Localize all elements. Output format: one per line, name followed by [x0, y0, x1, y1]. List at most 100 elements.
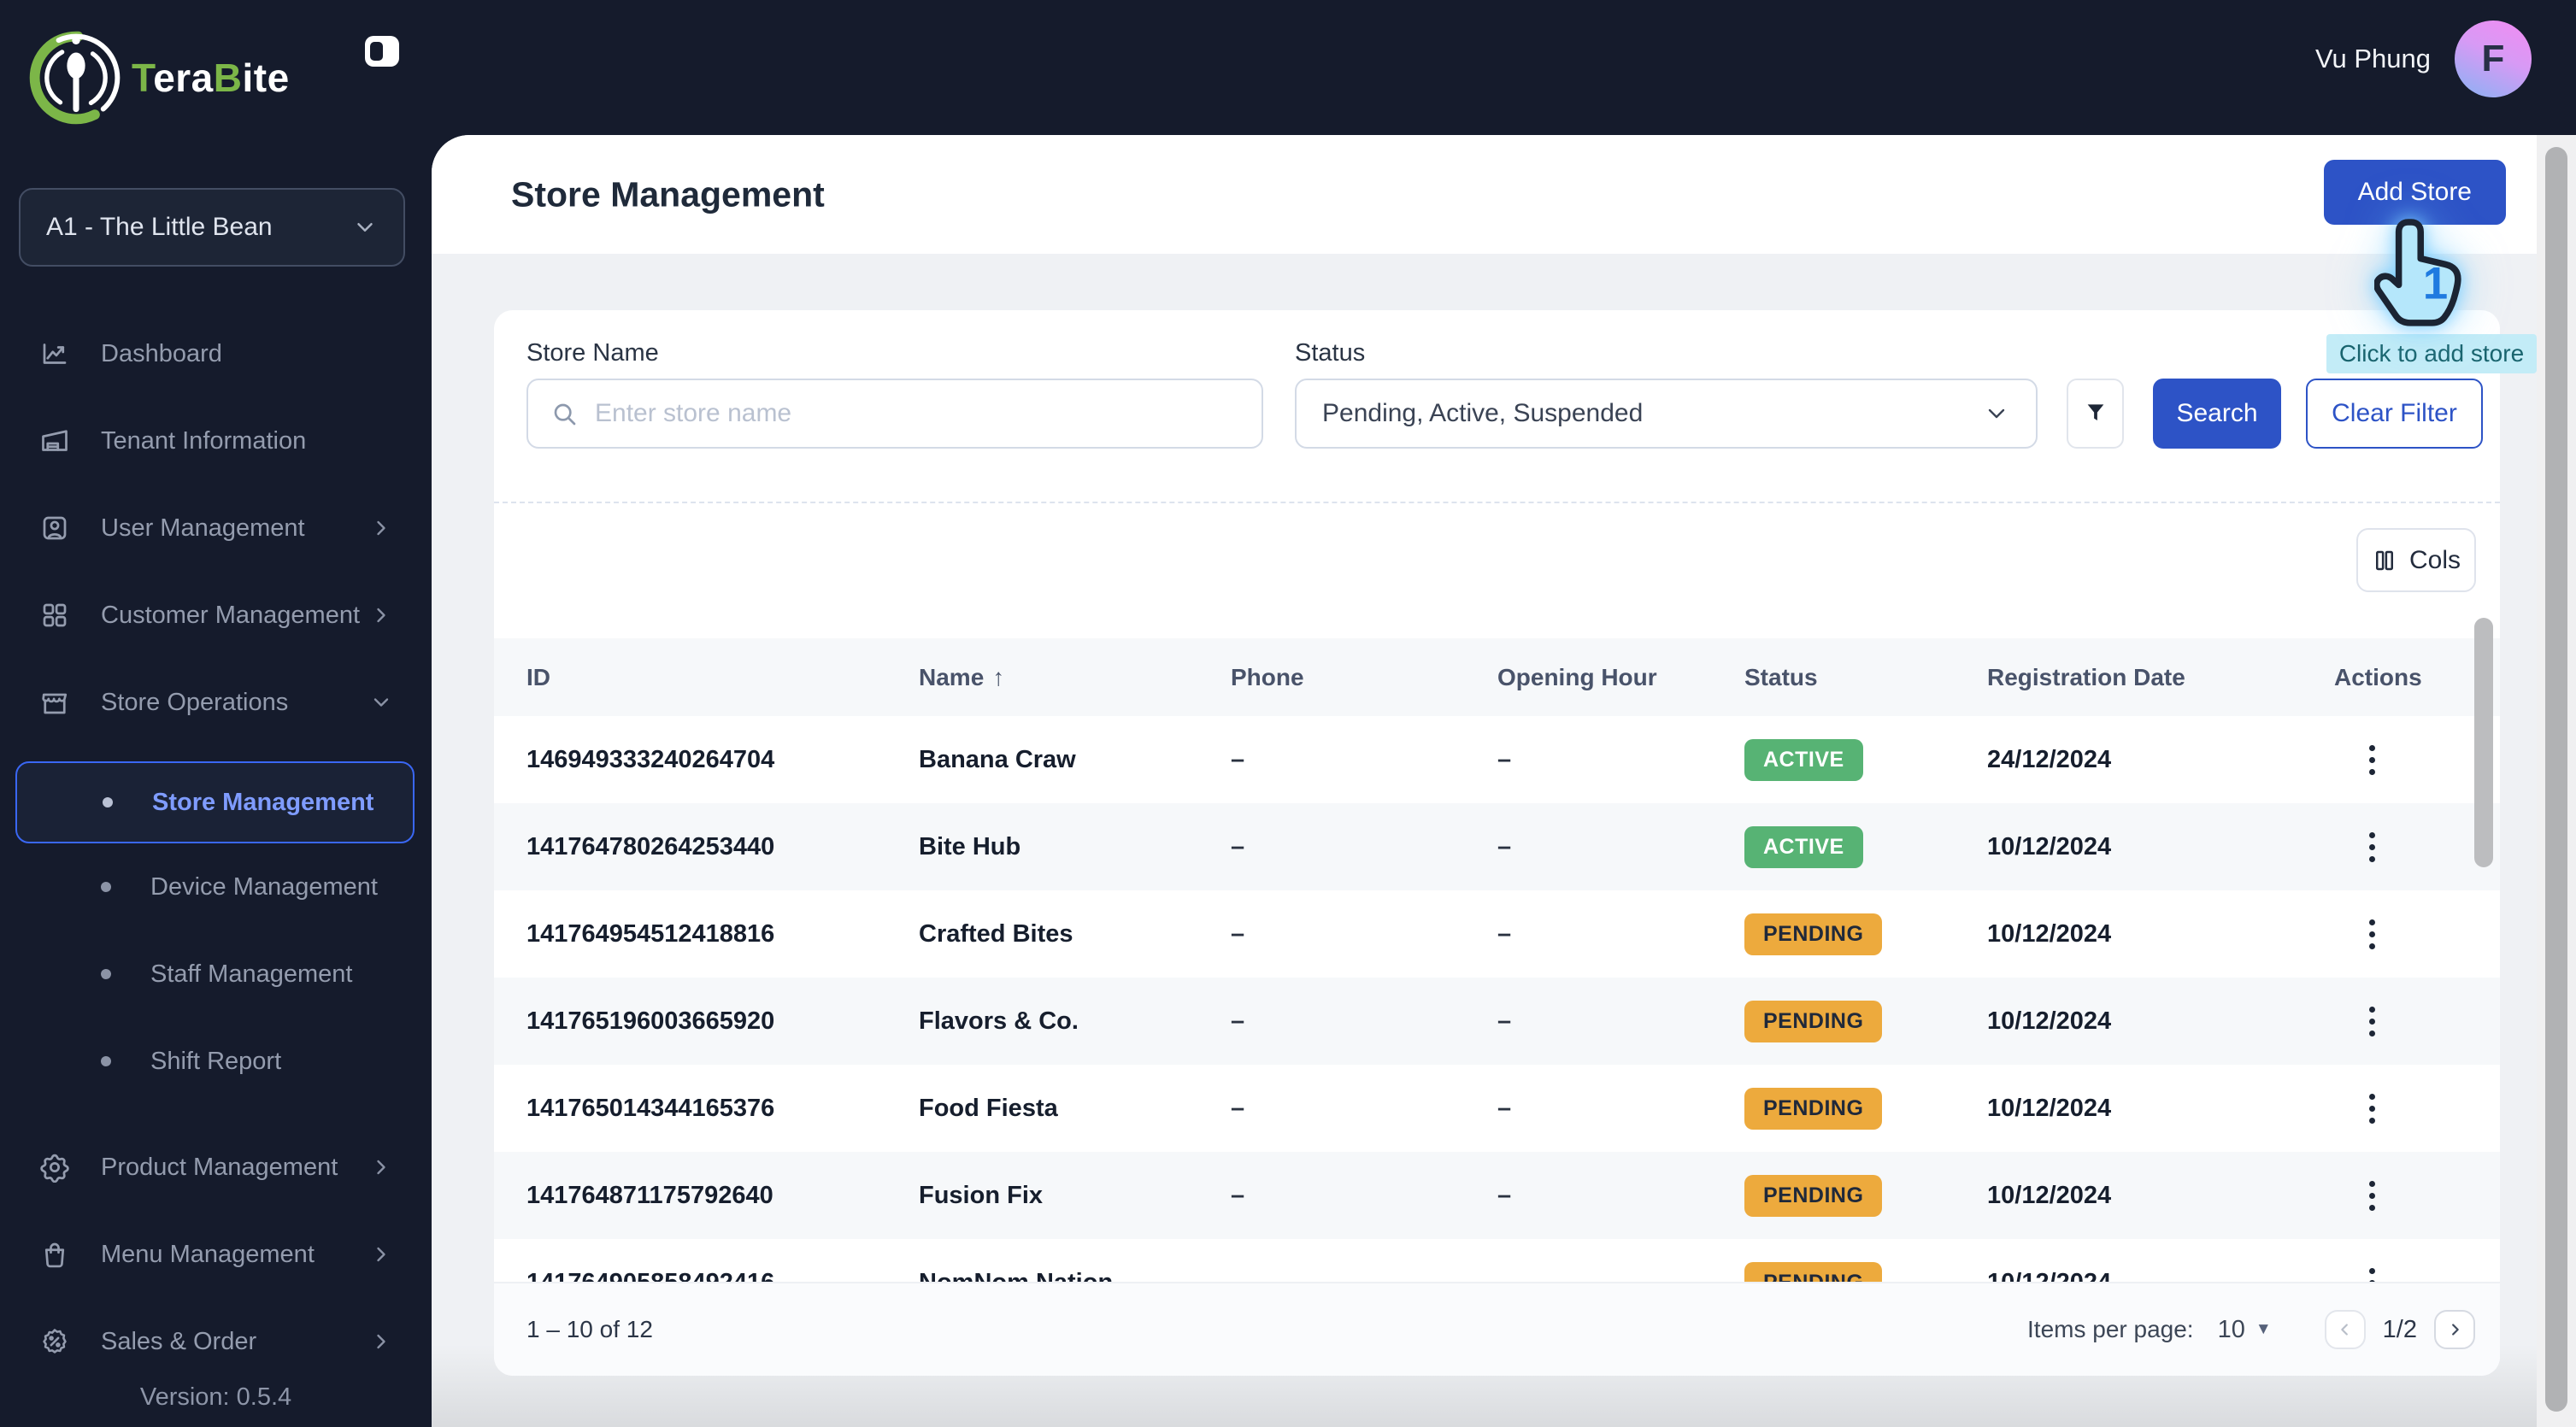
avatar[interactable]: F [2455, 21, 2532, 97]
app-version: Version: 0.5.4 [139, 1383, 292, 1411]
click-count-badge: 1 [2423, 259, 2448, 309]
cell-opening-hour: – [1497, 919, 1512, 948]
sidebar-item-sales-order[interactable]: Sales & Order [0, 1298, 432, 1385]
cell-name: Crafted Bites [919, 919, 1073, 948]
table-row: 141764871175792640 Fusion Fix – – PENDING 10/… [494, 1152, 2500, 1239]
chevron-down-icon [357, 223, 373, 232]
status-badge: ACTIVE [1744, 738, 1863, 781]
row-actions-button[interactable] [2334, 1260, 2410, 1282]
page-header: Store Management Add Store [432, 135, 2576, 254]
cell-status: PENDING [1744, 1261, 1987, 1282]
cell-opening-hour: – [1497, 1269, 1744, 1283]
col-header-status[interactable]: Status [1744, 664, 1987, 691]
page-indicator: 1/2 [2382, 1315, 2417, 1343]
cell-phone: – [1231, 919, 1245, 948]
sort-ascending-icon: ↑ [992, 663, 1005, 690]
cell-phone: – [1231, 1094, 1245, 1122]
cell-registration-date: 10/12/2024 [1987, 919, 2112, 948]
store-name-label: Store Name [526, 339, 659, 367]
window-scrollbar-track[interactable] [2537, 135, 2576, 1427]
hand-cursor-icon: 1 [2373, 219, 2461, 326]
cell-id: 141765196003665920 [526, 1007, 775, 1035]
col-header-name[interactable]: Name ↑ [919, 664, 1231, 691]
row-actions-button[interactable] [2334, 1172, 2410, 1219]
col-header-phone[interactable]: Phone [1231, 664, 1497, 691]
window-scrollbar-thumb[interactable] [2545, 147, 2567, 1412]
filter-separator [494, 502, 2500, 503]
cell-id: 141764954512418816 [526, 919, 775, 948]
cell-opening-hour: – [1497, 832, 1512, 860]
row-actions-button[interactable] [2334, 1085, 2410, 1132]
status-badge: PENDING [1744, 1174, 1883, 1217]
columns-button[interactable]: Cols [2356, 528, 2476, 592]
store-name-placeholder: Enter store name [595, 399, 792, 427]
sidebar-item-device-management[interactable]: Device Management [0, 843, 432, 931]
cell-id: 141765014344165376 [526, 1094, 775, 1122]
bag-icon [39, 1239, 70, 1270]
sidebar-item-menu-management[interactable]: Menu Management [0, 1211, 432, 1298]
sidebar-item-store-operations[interactable]: Store Operations [0, 659, 432, 746]
search-button[interactable]: Search [2153, 379, 2281, 449]
clear-filter-button[interactable]: Clear Filter [2306, 379, 2483, 449]
brand-name: TeraBite [132, 56, 290, 100]
topbar-user[interactable]: Vu Phung F [2315, 21, 2532, 97]
sidebar-item-tenant-information[interactable]: Tenant Information [0, 397, 432, 484]
status-badge: PENDING [1744, 1261, 1883, 1282]
col-header-id[interactable]: ID [526, 664, 919, 691]
sidebar-item-staff-management[interactable]: Staff Management [0, 931, 432, 1018]
previous-page-button[interactable] [2324, 1310, 2366, 1349]
cell-registration-date: 10/12/2024 [1987, 1181, 2112, 1209]
cell-registration-date: 24/12/2024 [1987, 745, 2112, 773]
cell-registration-date: 10/12/2024 [1987, 1007, 2112, 1035]
table-scrollbar[interactable] [2474, 618, 2493, 867]
sidebar-item-user-management[interactable]: User Management [0, 484, 432, 572]
table-row: 141764780264253440 Bite Hub – – ACTIVE 10/12/… [494, 803, 2500, 890]
cell-id: 141764780264253440 [526, 832, 775, 860]
cell-phone: – [1231, 1007, 1245, 1035]
chevron-down-icon [369, 690, 393, 714]
status-badge: PENDING [1744, 1087, 1883, 1130]
sidebar-item-product-management[interactable]: Product Management [0, 1124, 432, 1211]
cell-opening-hour: – [1497, 745, 1512, 773]
row-actions-button[interactable] [2334, 911, 2410, 958]
status-select[interactable]: Pending, Active, Suspended [1295, 379, 2038, 449]
click-cursor-annotation: 1 [2373, 212, 2484, 340]
col-header-registration-date[interactable]: Registration Date [1987, 664, 2334, 691]
cell-opening-hour: – [1497, 1094, 1512, 1122]
chevron-right-icon [369, 1330, 393, 1354]
row-actions-button[interactable] [2334, 998, 2410, 1045]
sidebar-item-dashboard[interactable]: Dashboard [0, 310, 432, 397]
table-footer: 1 – 10 of 12 Items per page: 10 ▼ 1/2 [494, 1282, 2500, 1376]
chevron-right-icon [369, 516, 393, 540]
store-name-input[interactable]: Enter store name [526, 379, 1263, 449]
cell-id: 146949333240264704 [526, 745, 775, 773]
store-icon [39, 687, 70, 718]
col-header-opening-hour[interactable]: Opening Hour [1497, 664, 1744, 691]
store-table-card: Store Name Enter store name Status Pendi… [494, 310, 2500, 1376]
sidebar-item-shift-report[interactable]: Shift Report [0, 1018, 432, 1105]
table-row: 146949333240264704 Banana Craw – – ACTIVE 24/… [494, 716, 2500, 803]
row-actions-button[interactable] [2334, 824, 2410, 871]
items-per-page-select[interactable]: 10 ▼ [2218, 1316, 2272, 1344]
status-badge: ACTIVE [1744, 825, 1863, 868]
store-selector-dropdown[interactable]: A1 - The Little Bean [19, 188, 405, 267]
cell-id: 141764905858492416 [526, 1269, 919, 1283]
cell-opening-hour: – [1497, 1181, 1512, 1209]
grid-icon [39, 600, 70, 631]
cell-name: Flavors & Co. [919, 1007, 1079, 1035]
filter-button[interactable] [2067, 379, 2124, 449]
chevron-right-icon [369, 1155, 393, 1179]
sidebar-collapse-button[interactable] [362, 31, 403, 72]
cell-phone: – [1231, 1181, 1245, 1209]
sidebar-item-customer-management[interactable]: Customer Management [0, 572, 432, 659]
cell-status: PENDING [1744, 1174, 1987, 1217]
sidebar-nav: Dashboard Tenant Information User Manageme… [0, 310, 432, 1385]
sidebar-item-store-management[interactable]: Store Management [15, 761, 415, 843]
cell-name: Fusion Fix [919, 1181, 1043, 1209]
tenant-icon [39, 426, 70, 456]
cell-status: ACTIVE [1744, 825, 1987, 868]
row-actions-button[interactable] [2334, 737, 2410, 784]
chevron-right-icon [2452, 1324, 2459, 1336]
table-row: 141764954512418816 Crafted Bites – – PENDING… [494, 890, 2500, 978]
next-page-button[interactable] [2434, 1310, 2475, 1349]
